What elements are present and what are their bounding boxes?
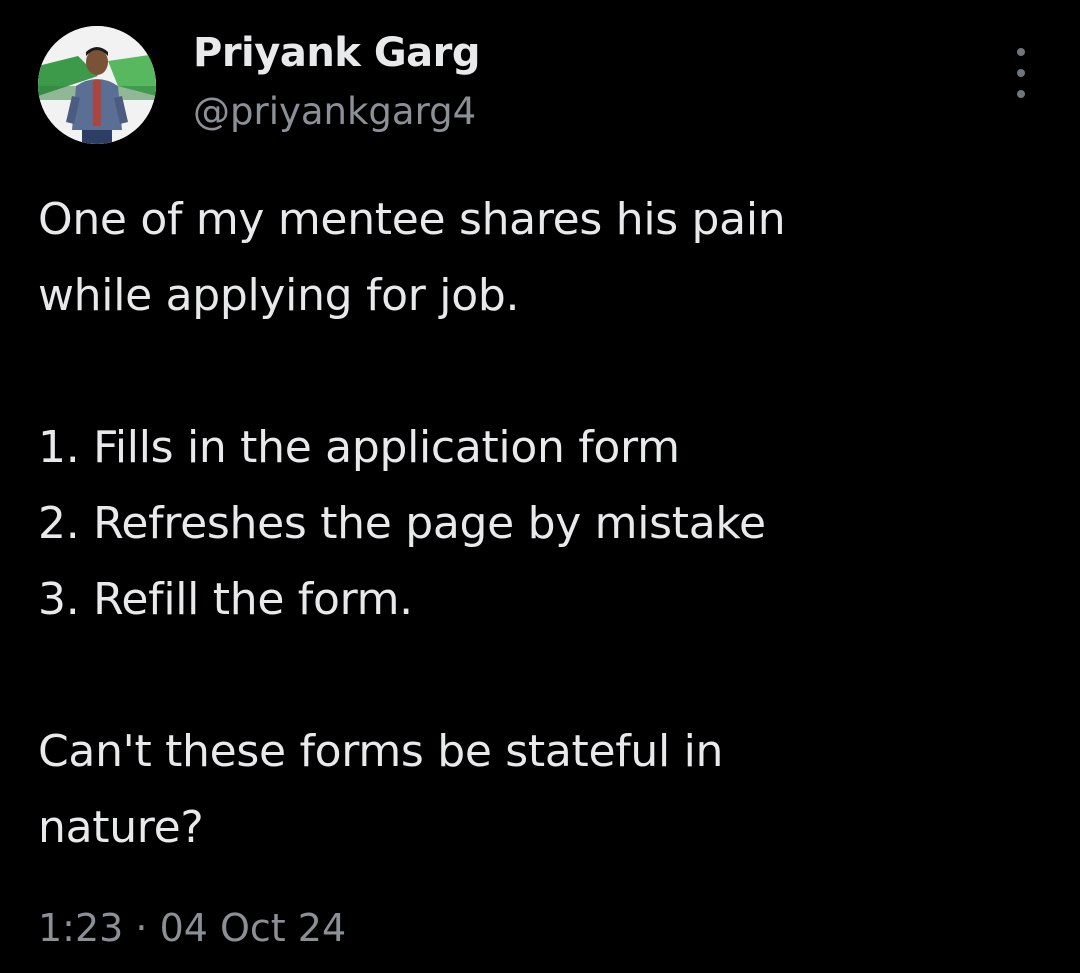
tweet-line: 1. Fills in the application form bbox=[38, 422, 680, 473]
tweet-card: Priyank Garg @priyankgarg4 One of my men… bbox=[0, 0, 1080, 973]
tweet-line: Can't these forms be stateful in bbox=[38, 726, 724, 777]
more-vertical-icon-dot bbox=[1017, 90, 1025, 98]
tweet-line: while applying for job. bbox=[38, 270, 520, 321]
tweet-line: 3. Refill the form. bbox=[38, 574, 413, 625]
author-handle[interactable]: @priyankgarg4 bbox=[193, 90, 476, 133]
more-options-button[interactable] bbox=[1002, 48, 1040, 98]
more-vertical-icon bbox=[1017, 48, 1025, 56]
tweet-timestamp[interactable]: 1:23 · 04 Oct 24 bbox=[38, 906, 346, 950]
tweet-line: One of my mentee shares his pain bbox=[38, 194, 786, 245]
avatar[interactable] bbox=[38, 26, 156, 144]
tweet-text: One of my mentee shares his pain while a… bbox=[38, 182, 1048, 866]
author-display-name[interactable]: Priyank Garg bbox=[193, 30, 481, 76]
more-vertical-icon-dot bbox=[1017, 69, 1025, 77]
profile-photo-icon bbox=[38, 26, 156, 144]
tweet-line: nature? bbox=[38, 802, 204, 853]
tweet-line: 2. Refreshes the page by mistake bbox=[38, 498, 766, 549]
